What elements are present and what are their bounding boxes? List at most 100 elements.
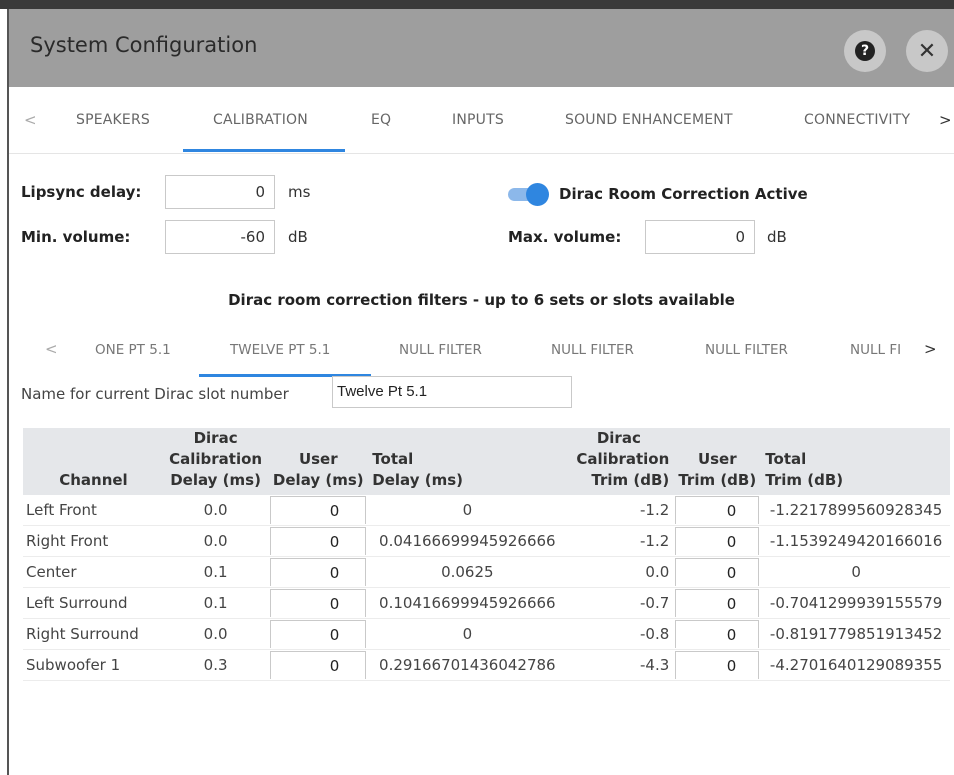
table-header-row: Channel Dirac Calibration Delay (ms) User D… bbox=[23, 428, 950, 495]
dirac-trim-cell: -1.2 bbox=[565, 495, 673, 526]
user-trim-input[interactable]: 0 bbox=[675, 589, 760, 617]
total-trim-cell: -4.2701640129089355 bbox=[762, 649, 950, 681]
header-user-trim: User Trim (dB) bbox=[672, 428, 763, 495]
total-delay-cell: 0.10416699945926666 bbox=[369, 587, 566, 619]
filter-tab-3[interactable]: NULL FILTER bbox=[399, 325, 482, 375]
filter-tab-6[interactable]: NULL FI bbox=[850, 325, 901, 375]
filter-tab-2[interactable]: TWELVE PT 5.1 bbox=[230, 325, 330, 375]
lipsync-label: Lipsync delay: bbox=[21, 183, 142, 201]
tab-connectivity[interactable]: CONNECTIVITY bbox=[804, 87, 910, 153]
system-configuration-dialog: System Configuration ? ✕ < SPEAKERS CALI… bbox=[9, 9, 954, 775]
total-delay-cell: 0.04166699945926666 bbox=[369, 525, 566, 557]
channel-cell: Left Front bbox=[23, 495, 164, 526]
dirac-toggle[interactable] bbox=[508, 183, 550, 206]
channel-cell: Center bbox=[23, 556, 164, 588]
tab-inputs[interactable]: INPUTS bbox=[452, 87, 504, 153]
slot-name-input[interactable]: Twelve Pt 5.1 bbox=[332, 376, 572, 408]
user-trim-input[interactable]: 0 bbox=[675, 558, 760, 586]
user-delay-cell: 0 bbox=[267, 649, 370, 681]
total-trim-cell: -1.1539249420166016 bbox=[762, 525, 950, 557]
close-button[interactable]: ✕ bbox=[906, 30, 948, 72]
user-delay-input[interactable]: 0 bbox=[270, 620, 367, 648]
chevron-right-icon[interactable]: > bbox=[939, 111, 952, 129]
header-dirac-trim: Dirac Calibration Trim (dB) bbox=[565, 428, 673, 495]
user-trim-input[interactable]: 0 bbox=[675, 496, 760, 524]
chevron-right-icon[interactable]: > bbox=[924, 340, 937, 358]
filter-slot-tabs: < ONE PT 5.1 TWELVE PT 5.1 NULL FILTER N… bbox=[9, 325, 954, 377]
user-delay-cell: 0 bbox=[267, 525, 370, 557]
filter-tab-4[interactable]: NULL FILTER bbox=[551, 325, 634, 375]
dirac-trim-cell: -1.2 bbox=[565, 525, 673, 557]
dirac-trim-cell: -0.8 bbox=[565, 618, 673, 650]
user-trim-cell: 0 bbox=[672, 618, 763, 650]
header-user-delay: User Delay (ms) bbox=[267, 428, 370, 495]
header-channel: Channel bbox=[23, 428, 164, 495]
total-delay-cell: 0 bbox=[369, 618, 566, 650]
user-delay-input[interactable]: 0 bbox=[270, 651, 367, 679]
user-delay-cell: 0 bbox=[267, 587, 370, 619]
dirac-trim-cell: -0.7 bbox=[565, 587, 673, 619]
user-trim-cell: 0 bbox=[672, 525, 763, 557]
table-row: Center 0.1 0 0.0625 0.0 0 0 bbox=[23, 556, 950, 588]
min-volume-unit: dB bbox=[288, 228, 308, 246]
tab-speakers[interactable]: SPEAKERS bbox=[76, 87, 150, 153]
total-trim-cell: -0.7041299939155579 bbox=[762, 587, 950, 619]
max-volume-input[interactable]: 0 bbox=[645, 220, 755, 254]
user-delay-cell: 0 bbox=[267, 618, 370, 650]
table-row: Left Surround 0.1 0 0.10416699945926666 … bbox=[23, 587, 950, 619]
tab-sound-enhancement[interactable]: SOUND ENHANCEMENT bbox=[565, 87, 733, 153]
max-volume-label: Max. volume: bbox=[508, 228, 622, 246]
table-row: Right Front 0.0 0 0.04166699945926666 -1… bbox=[23, 525, 950, 557]
channel-cell: Subwoofer 1 bbox=[23, 649, 164, 681]
filters-heading: Dirac room correction filters - up to 6 … bbox=[228, 291, 735, 309]
active-tab-indicator bbox=[183, 149, 345, 152]
toggle-knob bbox=[526, 183, 549, 206]
lipsync-input[interactable]: 0 bbox=[165, 175, 275, 209]
dirac-trim-cell: 0.0 bbox=[565, 556, 673, 588]
calibration-table: Channel Dirac Calibration Delay (ms) User D… bbox=[23, 428, 950, 681]
header-dirac-delay: Dirac Calibration Delay (ms) bbox=[163, 428, 268, 495]
user-delay-cell: 0 bbox=[267, 495, 370, 526]
settings-tabs: < SPEAKERS CALIBRATION EQ INPUTS SOUND E… bbox=[9, 87, 954, 154]
header-total-delay: Total Delay (ms) bbox=[369, 428, 566, 495]
max-volume-unit: dB bbox=[767, 228, 787, 246]
chevron-left-icon[interactable]: < bbox=[24, 111, 37, 129]
dirac-delay-cell: 0.1 bbox=[163, 587, 268, 619]
user-delay-input[interactable]: 0 bbox=[270, 496, 367, 524]
user-trim-cell: 0 bbox=[672, 556, 763, 588]
dirac-toggle-label: Dirac Room Correction Active bbox=[559, 185, 808, 203]
total-delay-cell: 0 bbox=[369, 495, 566, 526]
chevron-left-icon[interactable]: < bbox=[45, 340, 58, 358]
table-row: Left Front 0.0 0 0 -1.2 0 -1.22178995609… bbox=[23, 495, 950, 526]
total-delay-cell: 0.29166701436042786 bbox=[369, 649, 566, 681]
dirac-trim-cell: -4.3 bbox=[565, 649, 673, 681]
filter-tab-1[interactable]: ONE PT 5.1 bbox=[95, 325, 171, 375]
close-icon: ✕ bbox=[917, 38, 937, 64]
user-trim-input[interactable]: 0 bbox=[675, 527, 760, 555]
user-trim-input[interactable]: 0 bbox=[675, 651, 760, 679]
dirac-delay-cell: 0.0 bbox=[163, 525, 268, 557]
total-trim-cell: 0 bbox=[762, 556, 950, 588]
user-delay-input[interactable]: 0 bbox=[270, 558, 367, 586]
lipsync-unit: ms bbox=[288, 183, 311, 201]
user-delay-cell: 0 bbox=[267, 556, 370, 588]
tab-eq[interactable]: EQ bbox=[371, 87, 391, 153]
channel-cell: Right Front bbox=[23, 525, 164, 557]
dirac-delay-cell: 0.1 bbox=[163, 556, 268, 588]
background-edge bbox=[0, 9, 9, 775]
help-icon: ? bbox=[855, 41, 875, 61]
total-delay-cell: 0.0625 bbox=[369, 556, 566, 588]
dirac-delay-cell: 0.3 bbox=[163, 649, 268, 681]
channel-cell: Right Surround bbox=[23, 618, 164, 650]
user-trim-input[interactable]: 0 bbox=[675, 620, 760, 648]
channel-cell: Left Surround bbox=[23, 587, 164, 619]
user-trim-cell: 0 bbox=[672, 495, 763, 526]
min-volume-label: Min. volume: bbox=[21, 228, 131, 246]
user-delay-input[interactable]: 0 bbox=[270, 527, 367, 555]
tab-calibration[interactable]: CALIBRATION bbox=[213, 87, 308, 153]
filter-tab-5[interactable]: NULL FILTER bbox=[705, 325, 788, 375]
min-volume-input[interactable]: -60 bbox=[165, 220, 275, 254]
user-delay-input[interactable]: 0 bbox=[270, 589, 367, 617]
help-button[interactable]: ? bbox=[844, 30, 886, 72]
total-trim-cell: -0.8191779851913452 bbox=[762, 618, 950, 650]
